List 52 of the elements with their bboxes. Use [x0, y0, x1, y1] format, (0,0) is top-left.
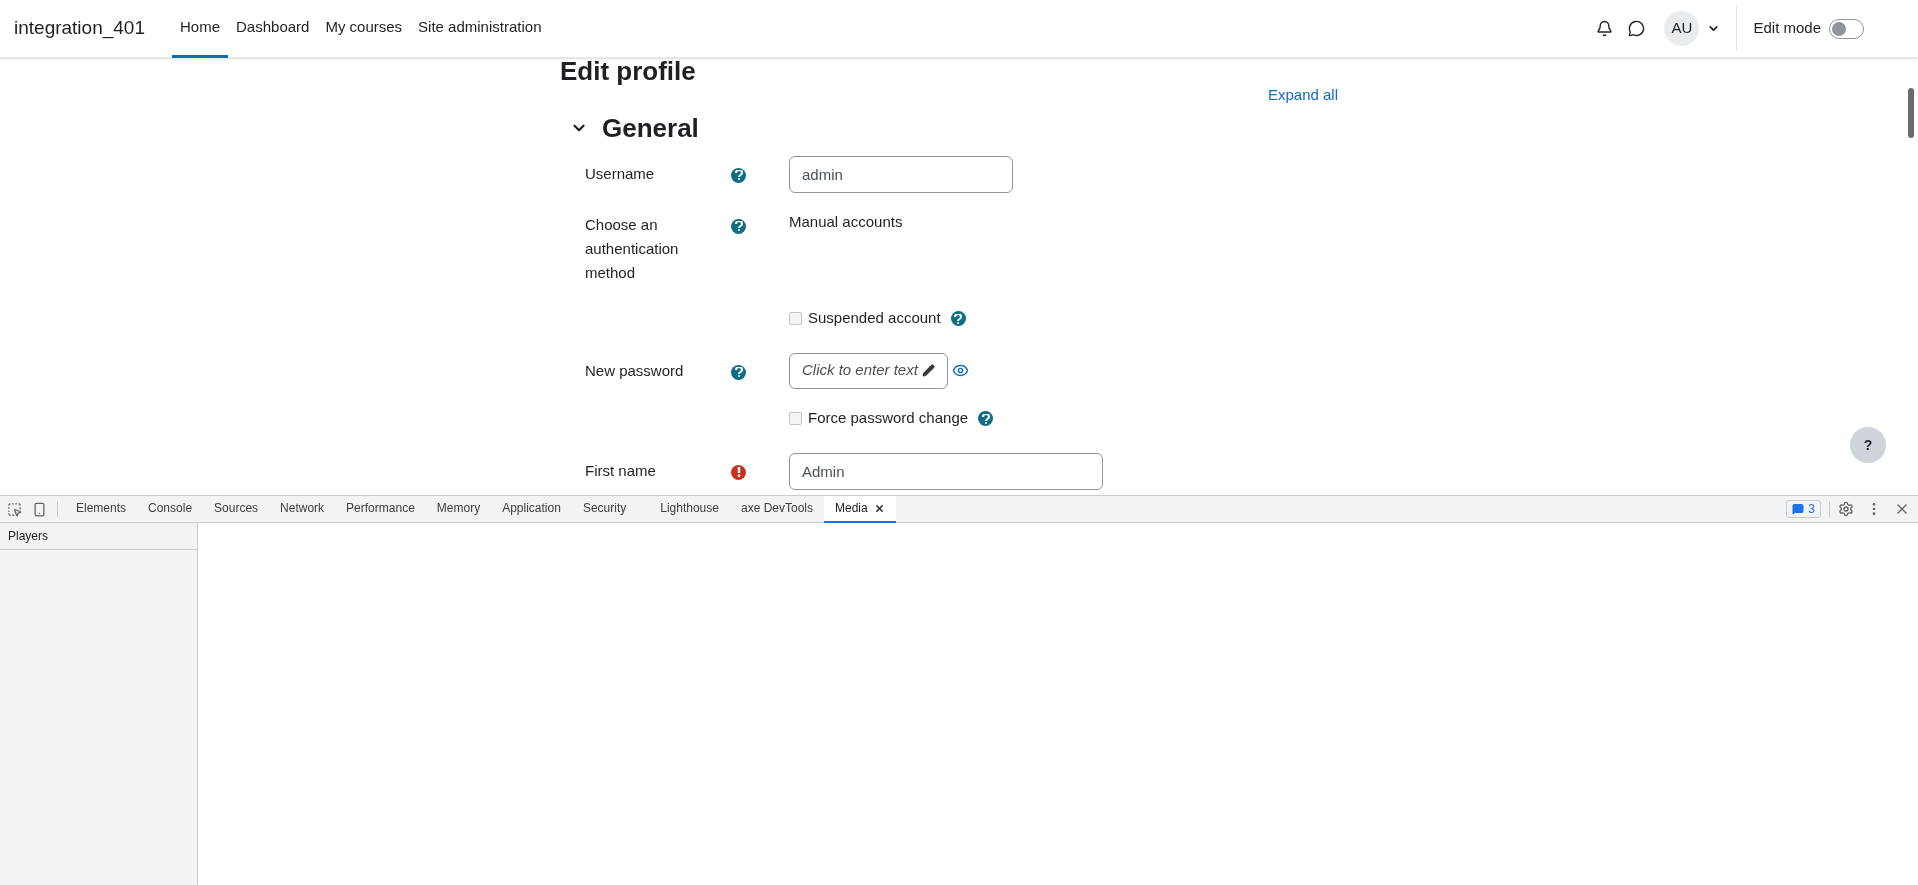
field-label: First name: [585, 460, 657, 481]
checkbox-label: Force password change: [808, 408, 969, 429]
checkbox[interactable]: [789, 312, 802, 325]
password-field[interactable]: Click to enter text: [789, 352, 948, 389]
devtools-tab[interactable]: Security: [571, 495, 638, 523]
devtools-tab[interactable]: Console: [137, 495, 204, 523]
nav-link[interactable]: Home: [172, 0, 228, 58]
text-input[interactable]: Admin: [789, 452, 1103, 490]
devtools-tab[interactable]: Lighthouse: [649, 495, 730, 523]
nav-link[interactable]: My courses: [317, 0, 411, 58]
field-label: Choose an authentication method: [585, 214, 680, 283]
sidebar-title: Players: [8, 528, 48, 545]
static-value: Manual accounts: [789, 211, 903, 232]
close-icon[interactable]: [873, 502, 885, 514]
help-icon[interactable]: [978, 411, 994, 426]
issues-badge[interactable]: 3: [1786, 500, 1821, 518]
devtools-tab[interactable]: Media: [824, 495, 896, 523]
help-icon[interactable]: [731, 218, 746, 234]
nav-link[interactable]: Site administration: [410, 0, 550, 58]
edit-mode-switch[interactable]: [1829, 18, 1864, 39]
text-input[interactable]: admin: [789, 155, 1013, 193]
help-icon[interactable]: [950, 311, 966, 326]
help-icon[interactable]: [731, 167, 746, 183]
scrollbar-thumb[interactable]: [1908, 88, 1914, 138]
section-heading[interactable]: General: [602, 108, 699, 148]
field-label: New password: [585, 360, 685, 381]
nav-link[interactable]: Dashboard: [228, 0, 318, 58]
settings-icon[interactable]: [1838, 501, 1854, 517]
checkbox[interactable]: [789, 412, 802, 425]
devtools-tab[interactable]: axe DevTools: [729, 495, 824, 523]
expand-all-link[interactable]: Expand all: [1267, 84, 1338, 107]
user-avatar[interactable]: AU: [1664, 11, 1700, 46]
edit-mode-label: Edit mode: [1753, 18, 1821, 39]
inspect-icon[interactable]: [7, 501, 22, 517]
devtools-tab[interactable]: Network: [269, 495, 336, 523]
help-button[interactable]: ?: [1850, 427, 1886, 463]
chat-bubble-icon[interactable]: [1628, 20, 1646, 37]
notification-icon[interactable]: [1596, 20, 1614, 37]
site-name[interactable]: integration_401: [14, 14, 145, 43]
message-icon: [1792, 503, 1805, 515]
devtools-tab[interactable]: Application: [491, 495, 572, 523]
eye-icon[interactable]: [951, 362, 969, 379]
field-label: Username: [585, 163, 656, 184]
devtools-tab[interactable]: Sources: [203, 495, 270, 523]
checkbox-label: Suspended account: [808, 308, 941, 329]
page-title: Edit profile: [560, 58, 697, 84]
devtools-tab[interactable]: Memory: [425, 495, 492, 523]
pencil-icon: [921, 364, 935, 377]
devtools-tab[interactable]: Performance: [335, 495, 426, 523]
devtools-tab[interactable]: Elements: [65, 495, 138, 523]
help-icon[interactable]: [731, 364, 746, 380]
device-icon[interactable]: [32, 501, 47, 517]
